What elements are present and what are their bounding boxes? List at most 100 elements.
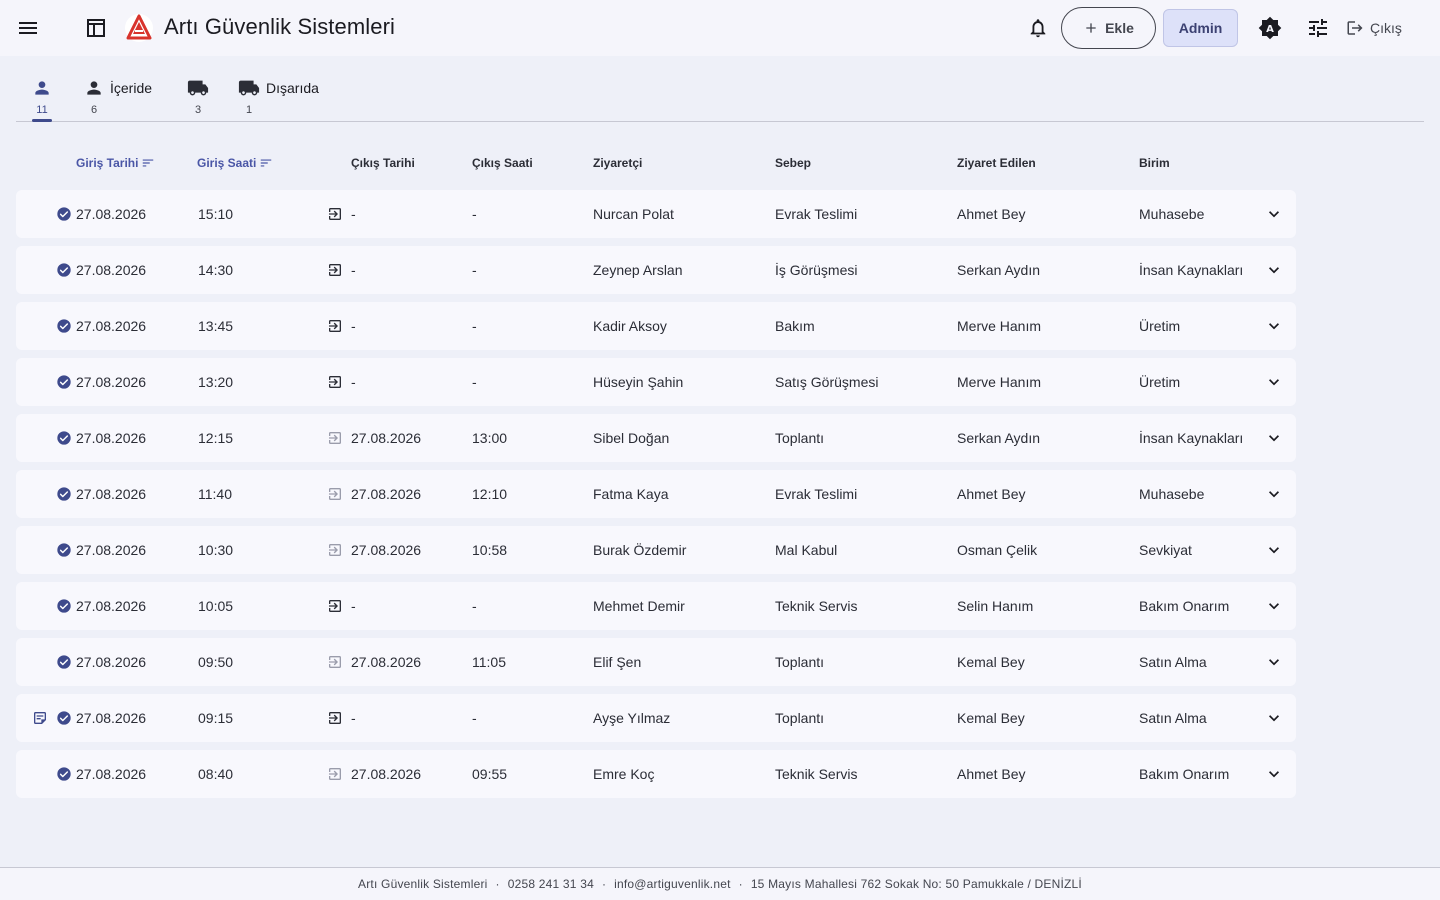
approved-check-icon (56, 542, 72, 561)
check-out-icon[interactable] (327, 374, 343, 393)
table-row[interactable]: 27.08.2026 12:15 27.08.2026 13:00 Sibel Doğa… (16, 414, 1296, 462)
check-out-icon[interactable] (327, 318, 343, 337)
theme-toggle-button[interactable]: A (1250, 8, 1290, 48)
check-out-icon[interactable] (327, 262, 343, 281)
table-header: Giriş Tarihi Giriş Saati Çıkış Tarihi Çı… (16, 150, 1296, 178)
entry-time-cell: 12:15 (198, 430, 234, 446)
exit-time-cell: - (472, 318, 477, 334)
footer-email[interactable]: info@artiguvenlik.net (614, 877, 730, 891)
column-header-reason[interactable]: Sebep (775, 156, 811, 170)
chevron-down-icon[interactable] (1262, 426, 1286, 450)
column-header-department[interactable]: Birim (1139, 156, 1170, 170)
menu-button[interactable] (8, 8, 48, 48)
add-button[interactable]: Ekle (1061, 7, 1156, 49)
visitor-cell: Hüseyin Şahin (593, 374, 684, 390)
approved-check-icon (56, 206, 72, 225)
svg-text:A: A (1266, 24, 1274, 35)
tab-count: 1 (246, 104, 253, 116)
visited-person-cell: Ahmet Bey (957, 766, 1026, 782)
table-row[interactable]: 27.08.2026 13:20 - - Hüseyin Şahin Satış Görü… (16, 358, 1296, 406)
check-out-icon[interactable] (327, 598, 343, 617)
table-row[interactable]: 27.08.2026 14:30 - - Zeynep Arslan İş Görüşme… (16, 246, 1296, 294)
logout-button[interactable]: Çıkış (1346, 14, 1402, 42)
chevron-down-icon[interactable] (1262, 762, 1286, 786)
entry-date-cell: 27.08.2026 (76, 318, 147, 334)
table-row[interactable]: 27.08.2026 11:40 27.08.2026 12:10 Fatma Kaya… (16, 470, 1296, 518)
reason-cell: Teknik Servis (775, 598, 858, 614)
exit-time-cell: 12:10 (472, 486, 508, 502)
table-row[interactable]: 27.08.2026 08:40 27.08.2026 09:55 Emre Koç Te… (16, 750, 1296, 798)
checked-out-icon (327, 486, 343, 505)
logout-icon (1347, 21, 1363, 35)
exit-time-cell: - (472, 598, 477, 614)
approved-check-icon (56, 766, 72, 785)
check-out-icon[interactable] (327, 710, 343, 729)
footer-separator: · (495, 877, 500, 891)
visitor-cell: Nurcan Polat (593, 206, 674, 222)
column-header-entry-time[interactable]: Giriş Saati (197, 156, 273, 170)
table-layout-icon (87, 19, 105, 37)
column-header-exit-date[interactable]: Çıkış Tarihi (351, 156, 415, 170)
tab-inside[interactable]: İçeride 6 (84, 68, 164, 121)
exit-time-cell: 11:05 (472, 654, 506, 670)
chevron-down-icon[interactable] (1262, 482, 1286, 506)
chevron-down-icon[interactable] (1262, 202, 1286, 226)
department-cell: Sevkiyat (1139, 542, 1192, 558)
visitor-cell: Burak Özdemir (593, 542, 687, 558)
reason-cell: Mal Kabul (775, 542, 838, 558)
admin-button[interactable]: Admin (1163, 9, 1238, 47)
exit-time-cell: 10:58 (472, 542, 508, 558)
chevron-down-icon[interactable] (1262, 258, 1286, 282)
chevron-down-icon[interactable] (1262, 594, 1286, 618)
plus-icon (1086, 23, 1096, 33)
entry-time-cell: 10:30 (198, 542, 234, 558)
visited-person-cell: Merve Hanım (957, 374, 1042, 390)
chevron-down-icon[interactable] (1262, 538, 1286, 562)
department-cell: İnsan Kaynakları (1139, 262, 1244, 278)
entry-date-cell: 27.08.2026 (76, 766, 147, 782)
chevron-down-icon[interactable] (1262, 650, 1286, 674)
truck-icon (187, 80, 209, 96)
notifications-button[interactable] (1018, 8, 1058, 48)
tab-all[interactable]: 11 (32, 68, 52, 121)
checked-out-icon (327, 430, 343, 449)
exit-time-cell: - (472, 374, 477, 390)
visited-person-cell: Osman Çelik (957, 542, 1038, 558)
department-cell: Bakım Onarım (1139, 766, 1230, 782)
exit-time-cell: - (472, 710, 477, 726)
column-header-label: Giriş Tarihi (76, 156, 139, 170)
visitor-cell: Elif Şen (593, 654, 642, 670)
column-header-exit-time[interactable]: Çıkış Saati (472, 156, 533, 170)
exit-date-cell: - (351, 710, 356, 726)
chevron-down-icon[interactable] (1262, 706, 1286, 730)
entry-time-cell: 08:40 (198, 766, 234, 782)
settings-button[interactable] (1298, 8, 1338, 48)
footer-phone[interactable]: 0258 241 31 34 (508, 877, 594, 891)
column-header-visitor[interactable]: Ziyaretçi (593, 156, 642, 170)
chevron-down-icon[interactable] (1262, 314, 1286, 338)
tab-label: İçeride (110, 80, 153, 96)
table-row[interactable]: 27.08.2026 10:05 - - Mehmet Demir Teknik Serv… (16, 582, 1296, 630)
tab-count: 6 (91, 104, 98, 116)
add-button-label: Ekle (1105, 20, 1134, 36)
table-row[interactable]: 27.08.2026 10:30 27.08.2026 10:58 Burak Özde… (16, 526, 1296, 574)
column-header-visited[interactable]: Ziyaret Edilen (957, 156, 1036, 170)
table-row[interactable]: 27.08.2026 09:15 - - Ayşe Yılmaz Toplantı Kema… (16, 694, 1296, 742)
table-row[interactable]: 27.08.2026 13:45 - - Kadir Aksoy Bakım Merve H… (16, 302, 1296, 350)
exit-date-cell: 27.08.2026 (351, 486, 422, 502)
chevron-down-icon[interactable] (1262, 370, 1286, 394)
exit-date-cell: 27.08.2026 (351, 430, 422, 446)
table-row[interactable]: 27.08.2026 15:10 - - Nurcan Polat Evrak Tesli… (16, 190, 1296, 238)
table-row[interactable]: 27.08.2026 09:50 27.08.2026 11:05 Elif Şen To… (16, 638, 1296, 686)
tune-icon (1309, 19, 1327, 37)
person-icon (35, 81, 49, 95)
reason-cell: Toplantı (775, 654, 825, 670)
visited-person-cell: Merve Hanım (957, 318, 1042, 334)
note-icon[interactable] (32, 710, 48, 729)
bell-icon (1030, 19, 1046, 38)
layout-button[interactable] (76, 8, 116, 48)
check-out-icon[interactable] (327, 206, 343, 225)
column-header-entry-date[interactable]: Giriş Tarihi (76, 156, 155, 170)
tab-vehicles[interactable]: 3 (187, 68, 209, 121)
tab-outside[interactable]: Dışarıda 1 (238, 68, 328, 121)
